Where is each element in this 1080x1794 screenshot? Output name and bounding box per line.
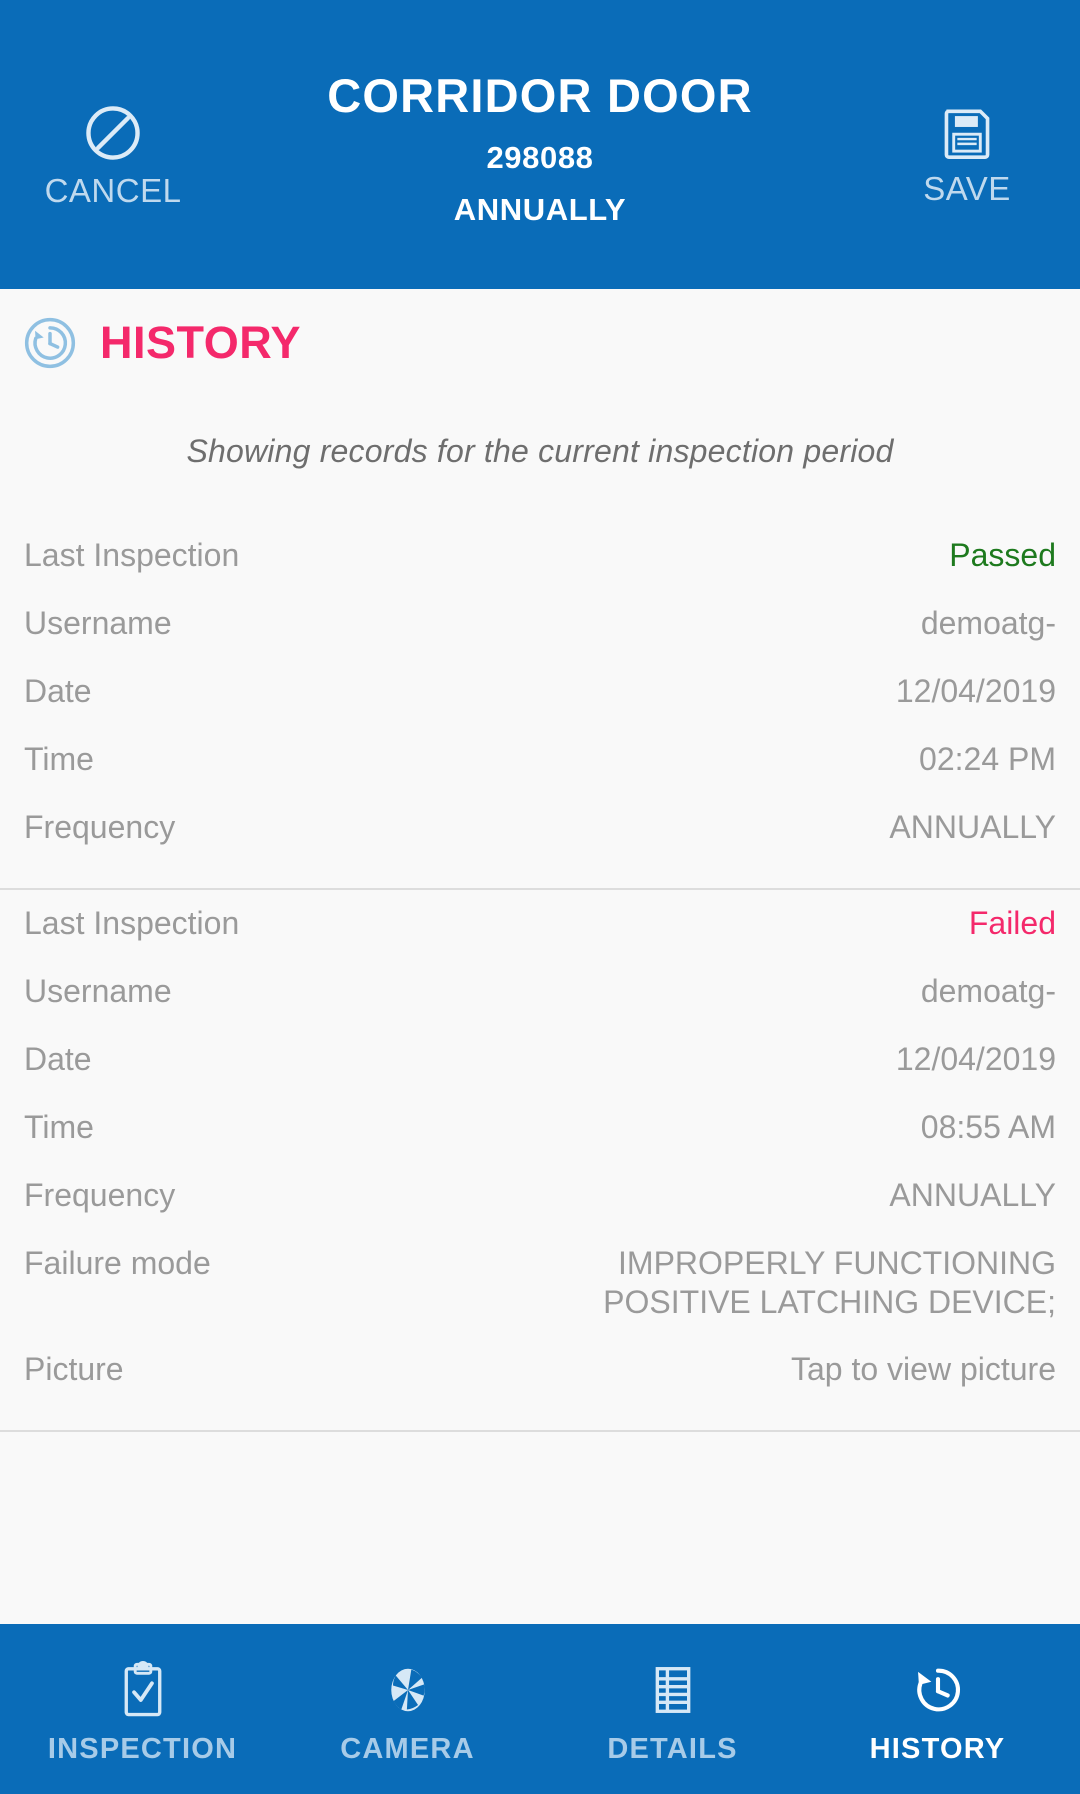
asset-id: 298088 xyxy=(486,140,594,176)
table-row-picture[interactable]: Picture Tap to view picture xyxy=(24,1336,1056,1404)
row-label: Date xyxy=(24,1041,92,1077)
table-row: Frequency ANNUALLY xyxy=(24,794,1056,862)
history-clock-icon xyxy=(22,315,78,371)
cancel-label: CANCEL xyxy=(44,171,182,209)
table-row: Time 08:55 AM xyxy=(24,1094,1056,1162)
table-row: Frequency ANNUALLY xyxy=(24,1162,1056,1230)
view-picture-link[interactable]: Tap to view picture xyxy=(124,1350,1056,1389)
row-label: Time xyxy=(24,741,94,777)
tab-label: DETAILS xyxy=(607,1732,738,1765)
row-value: 02:24 PM xyxy=(919,741,1056,777)
table-row: Last Inspection Passed xyxy=(24,522,1056,590)
row-value: 12/04/2019 xyxy=(895,673,1056,709)
table-row: Username demoatg- xyxy=(24,958,1056,1026)
section-header: HISTORY xyxy=(0,289,1080,375)
row-label: Last Inspection xyxy=(24,537,240,573)
tab-camera[interactable]: CAMERA xyxy=(275,1653,540,1766)
header-titles: CORRIDOR DOOR 298088 ANNUALLY xyxy=(208,61,872,228)
row-label: Frequency xyxy=(24,1177,176,1213)
table-row: Date 12/04/2019 xyxy=(24,1026,1056,1094)
row-value: demoatg- xyxy=(920,605,1056,641)
camera-aperture-icon xyxy=(380,1659,436,1721)
history-content: HISTORY Showing records for the current … xyxy=(0,289,1080,1624)
tab-label: HISTORY xyxy=(869,1732,1006,1765)
row-value: demoatg- xyxy=(920,973,1056,1009)
tab-inspection[interactable]: INSPECTION xyxy=(10,1653,275,1766)
section-title: HISTORY xyxy=(100,317,302,368)
tab-label: INSPECTION xyxy=(47,1732,238,1765)
tab-history[interactable]: HISTORY xyxy=(805,1653,1070,1766)
app-screen: CANCEL CORRIDOR DOOR 298088 ANNUALLY SAV… xyxy=(0,0,1080,1794)
row-label: Time xyxy=(24,1109,94,1145)
row-value: 12/04/2019 xyxy=(895,1041,1056,1077)
cancel-circle-slash-icon xyxy=(82,102,144,164)
table-row: Username demoatg- xyxy=(24,590,1056,658)
row-label: Frequency xyxy=(24,809,176,845)
history-record: Last Inspection Failed Username demoatg-… xyxy=(0,890,1080,1404)
history-clock-icon xyxy=(909,1659,967,1721)
clipboard-check-icon xyxy=(115,1659,171,1721)
table-row: Time 02:24 PM xyxy=(24,726,1056,794)
row-label: Username xyxy=(24,973,172,1009)
row-label: Date xyxy=(24,673,92,709)
table-list-icon xyxy=(646,1659,700,1721)
save-button[interactable]: SAVE xyxy=(872,82,1062,208)
section-subtitle: Showing records for the current inspecti… xyxy=(186,433,894,469)
row-label: Picture xyxy=(24,1351,124,1388)
row-value: IMPROPERLY FUNCTIONING POSITIVE LATCHING… xyxy=(603,1245,1056,1321)
app-header: CANCEL CORRIDOR DOOR 298088 ANNUALLY SAV… xyxy=(0,0,1080,289)
row-label: Last Inspection xyxy=(24,905,240,941)
row-value: Failed xyxy=(968,905,1056,941)
row-value: ANNUALLY xyxy=(889,1177,1056,1213)
row-value: 08:55 AM xyxy=(920,1109,1056,1145)
header-frequency: ANNUALLY xyxy=(453,192,627,228)
row-value: ANNUALLY xyxy=(889,809,1056,845)
record-divider-bottom xyxy=(0,1430,1080,1433)
row-label: Username xyxy=(24,605,172,641)
table-row: Failure mode IMPROPERLY FUNCTIONING POSI… xyxy=(24,1230,1056,1336)
tab-label: CAMERA xyxy=(340,1732,475,1765)
save-label: SAVE xyxy=(923,169,1011,207)
bottom-navigation: INSPECTION CAMERA DETAILS HISTORY xyxy=(0,1624,1080,1794)
table-row: Date 12/04/2019 xyxy=(24,658,1056,726)
floppy-disk-icon xyxy=(938,104,996,162)
table-row: Last Inspection Failed xyxy=(24,890,1056,958)
tab-details[interactable]: DETAILS xyxy=(540,1653,805,1766)
page-title: CORRIDOR DOOR xyxy=(327,68,753,122)
row-label: Failure mode xyxy=(24,1245,211,1281)
cancel-button[interactable]: CANCEL xyxy=(18,80,208,210)
history-record: Last Inspection Passed Username demoatg-… xyxy=(0,522,1080,862)
row-value: Passed xyxy=(949,537,1056,573)
